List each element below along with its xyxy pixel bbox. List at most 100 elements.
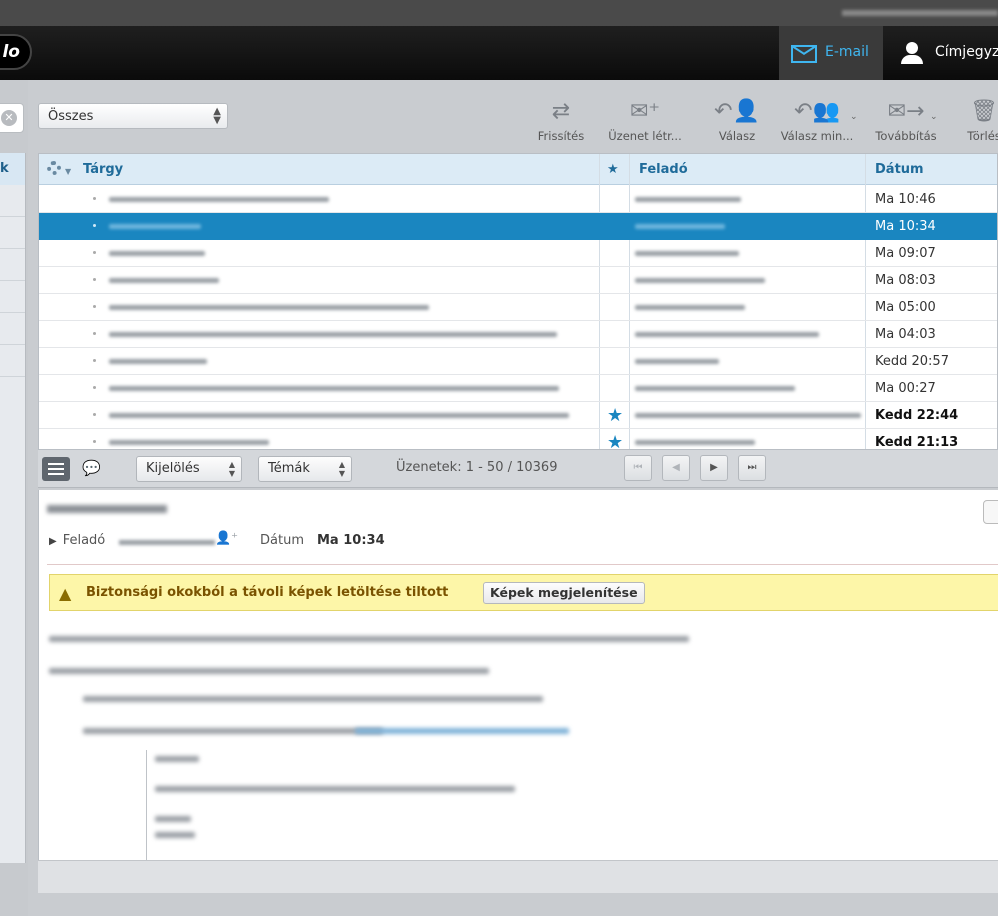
- folder-item[interactable]: [0, 217, 25, 249]
- refresh-icon: ⇄: [551, 99, 571, 124]
- reply-button[interactable]: ↶👤 Válasz: [710, 96, 764, 148]
- folder-item[interactable]: [0, 281, 25, 313]
- select-arrows-icon: ▲ ▼: [213, 106, 221, 126]
- threads-dropdown[interactable]: Témák ▲ ▼: [258, 456, 352, 482]
- app-logo[interactable]: lo: [0, 34, 32, 70]
- forward-button[interactable]: ✉→ Továbbítás: [866, 96, 946, 148]
- read-status-dot[interactable]: [93, 305, 96, 308]
- preview-reply-button[interactable]: [983, 500, 998, 524]
- threads-label: Témák: [268, 461, 310, 476]
- body-link-redacted[interactable]: [355, 728, 569, 734]
- folder-search-field[interactable]: ✕: [0, 103, 24, 133]
- expand-triangle-icon[interactable]: ▶: [49, 536, 57, 547]
- column-flag[interactable]: ★: [607, 154, 619, 185]
- column-from[interactable]: Feladó: [639, 154, 688, 185]
- header-divider: [47, 564, 998, 565]
- read-status-dot[interactable]: [93, 197, 96, 200]
- body-text-redacted: [49, 668, 489, 674]
- previous-page-button[interactable]: ◀: [662, 455, 690, 481]
- compose-button[interactable]: ✉⁺ Üzenet létr...: [600, 96, 690, 148]
- thread-view-icon[interactable]: 💬: [82, 459, 101, 477]
- forward-dropdown-icon[interactable]: ⌄: [930, 112, 938, 122]
- sender-redacted: [635, 224, 725, 229]
- message-count: Üzenetek: 1 - 50 / 10369: [396, 460, 558, 475]
- folder-item[interactable]: [0, 345, 25, 377]
- sender-redacted: [635, 251, 739, 256]
- table-row[interactable]: Ma 00:27: [39, 375, 997, 402]
- table-row[interactable]: Ma 09:07: [39, 240, 997, 267]
- table-row[interactable]: Ma 10:34: [39, 213, 997, 240]
- sender-redacted: [635, 197, 741, 202]
- nav-email-tab[interactable]: E-mail: [779, 26, 883, 80]
- person-icon: [900, 42, 924, 66]
- sender-redacted: [635, 440, 755, 445]
- selection-dropdown[interactable]: Kijelölés ▲ ▼: [136, 456, 242, 482]
- read-status-dot[interactable]: [93, 278, 96, 281]
- refresh-label: Frissítés: [537, 129, 585, 143]
- next-page-button[interactable]: ▶: [700, 455, 728, 481]
- subject-redacted: [109, 305, 429, 310]
- table-row[interactable]: Kedd 20:57: [39, 348, 997, 375]
- table-row[interactable]: Ma 04:03: [39, 321, 997, 348]
- list-options-gear-icon[interactable]: [47, 161, 61, 175]
- read-status-dot[interactable]: [93, 413, 96, 416]
- preview-date-value: Ma 10:34: [317, 533, 385, 548]
- quote-text-redacted: [155, 786, 515, 792]
- filter-value: Összes: [48, 109, 94, 124]
- read-status-dot[interactable]: [93, 224, 96, 227]
- row-date: Ma 10:34: [875, 219, 936, 234]
- quote-text-redacted: [155, 816, 191, 822]
- read-status-dot[interactable]: [93, 386, 96, 389]
- column-date[interactable]: Dátum: [875, 154, 924, 185]
- folder-item[interactable]: [0, 249, 25, 281]
- subject-redacted: [109, 251, 205, 256]
- table-row[interactable]: Ma 10:46: [39, 186, 997, 213]
- table-row[interactable]: Ma 05:00: [39, 294, 997, 321]
- row-date: Ma 09:07: [875, 246, 936, 261]
- forward-label: Továbbítás: [875, 129, 937, 143]
- read-status-dot[interactable]: [93, 359, 96, 362]
- subject-redacted: [109, 386, 559, 391]
- row-date: Ma 10:46: [875, 192, 936, 207]
- compose-label: Üzenet létr...: [608, 129, 682, 143]
- quote-text-redacted: [155, 832, 195, 838]
- delete-button[interactable]: 🗑 Törlés: [958, 96, 998, 148]
- folder-list-header: k: [0, 153, 25, 185]
- table-row[interactable]: ★ Kedd 21:13: [39, 429, 997, 449]
- chevron-down-icon[interactable]: ▼: [65, 167, 71, 176]
- column-subject[interactable]: Tárgy: [83, 154, 123, 185]
- reply-all-icon: ↶👥: [794, 99, 840, 124]
- reply-icon: ↶👤: [714, 99, 760, 124]
- table-row[interactable]: ★ Kedd 22:44: [39, 402, 997, 429]
- read-status-dot[interactable]: [93, 332, 96, 335]
- refresh-button[interactable]: ⇄ Frissítés: [530, 96, 592, 148]
- flag-star-icon[interactable]: ★: [607, 405, 623, 426]
- list-footer: 💬 Kijelölés ▲ ▼ Témák ▲ ▼ Üzenetek: 1 - 50…: [38, 450, 998, 488]
- table-row[interactable]: Ma 08:03: [39, 267, 997, 294]
- show-images-button[interactable]: Képek megjelenítése: [483, 582, 645, 604]
- read-status-dot[interactable]: [93, 251, 96, 254]
- subject-redacted: [109, 440, 269, 445]
- reply-all-dropdown-icon[interactable]: ⌄: [850, 112, 858, 122]
- folder-item[interactable]: [0, 313, 25, 345]
- first-page-button[interactable]: ⏮: [624, 455, 652, 481]
- last-page-button[interactable]: ⏭: [738, 455, 766, 481]
- message-preview: ▶ Feladó 👤⁺ Dátum Ma 10:34 ▲ Biztonsági o…: [38, 490, 998, 860]
- nav-contacts-label: Címjegyz: [935, 44, 998, 60]
- add-contact-icon[interactable]: 👤⁺: [215, 531, 238, 546]
- reply-label: Válasz: [718, 129, 756, 143]
- read-status-dot[interactable]: [93, 440, 96, 443]
- preview-from-row[interactable]: ▶ Feladó: [49, 533, 105, 548]
- folder-item[interactable]: [0, 185, 25, 217]
- row-date: Kedd 22:44: [875, 408, 959, 423]
- body-text-redacted: [83, 696, 543, 702]
- sender-redacted: [635, 305, 745, 310]
- clear-search-icon[interactable]: ✕: [1, 110, 17, 126]
- message-filter-select[interactable]: Összes ▲ ▼: [38, 103, 228, 129]
- reply-all-button[interactable]: ↶👥 Válasz min...: [772, 96, 862, 148]
- list-view-button[interactable]: [42, 457, 70, 481]
- subject-redacted: [109, 278, 219, 283]
- flag-star-icon[interactable]: ★: [607, 432, 623, 449]
- preview-from-label: Feladó: [62, 533, 106, 548]
- warning-icon: ▲: [59, 584, 72, 603]
